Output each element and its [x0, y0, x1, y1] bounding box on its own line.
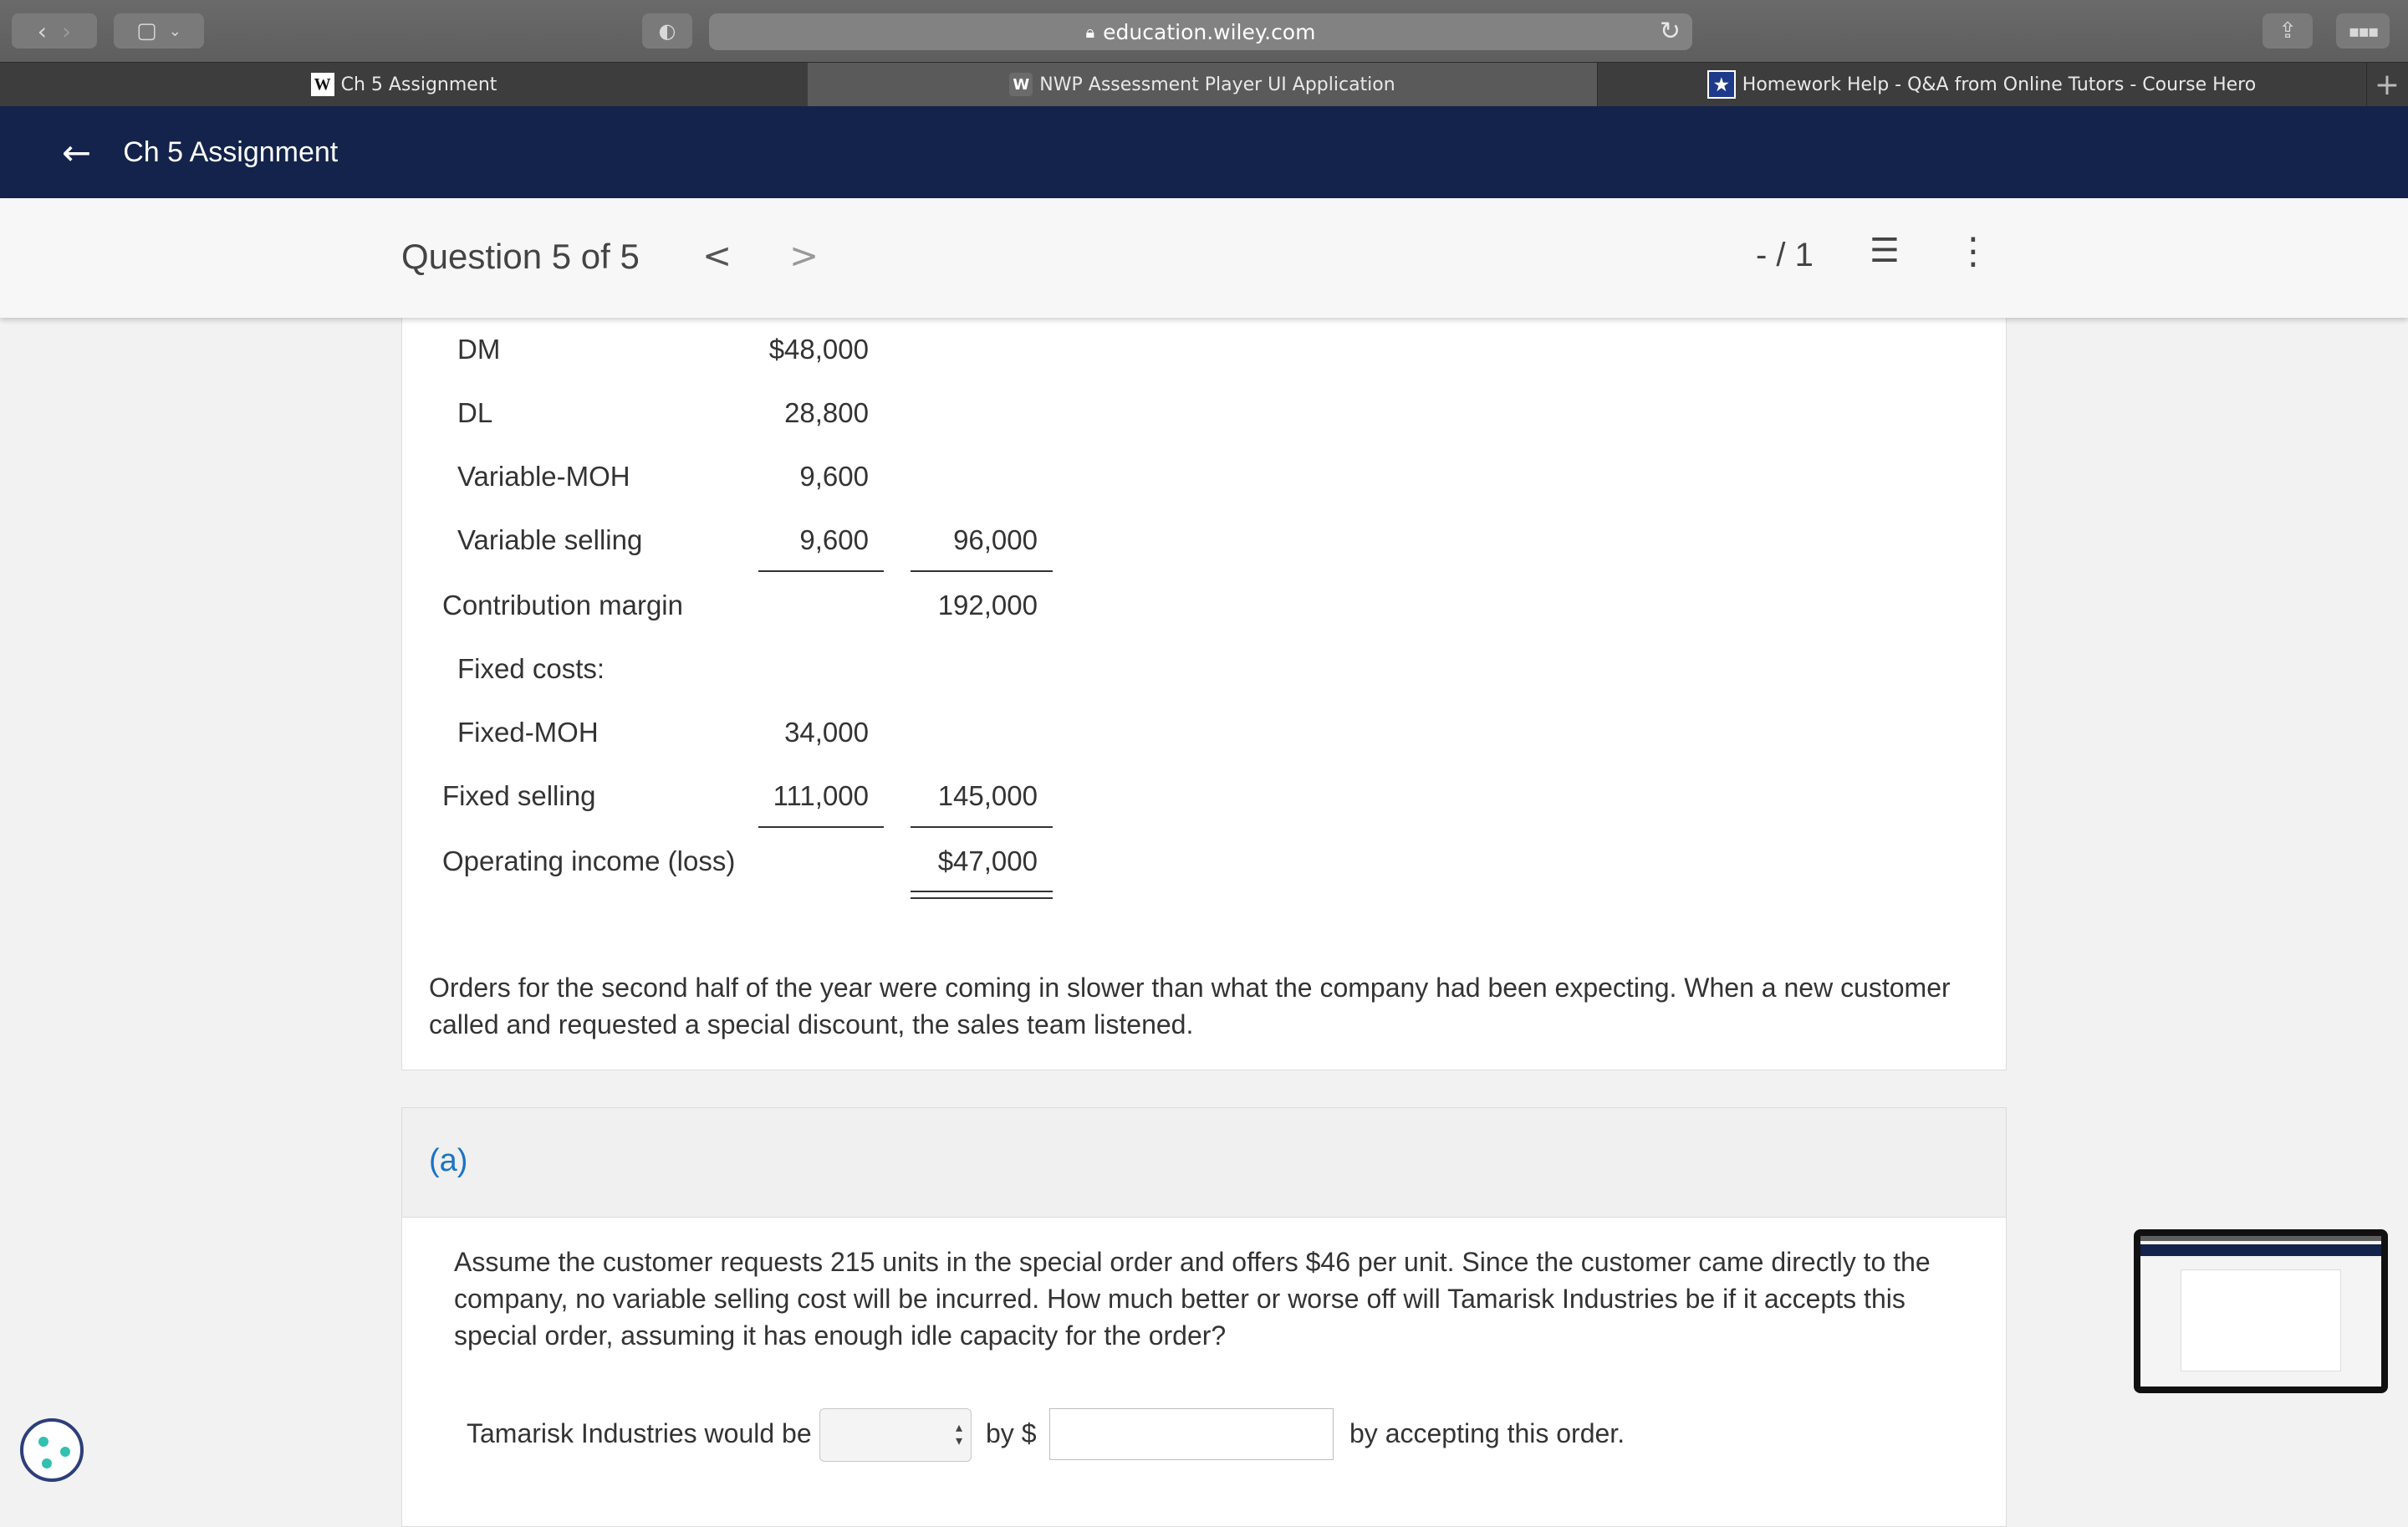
reload-icon[interactable]: ↻: [1660, 17, 1681, 46]
part-label: (a): [429, 1143, 468, 1178]
chevron-right-icon[interactable]: ›: [62, 18, 71, 45]
better-worse-select[interactable]: ▴ ▾: [819, 1408, 972, 1462]
tab-overview-button[interactable]: ▪▪▪: [2336, 13, 2390, 49]
thumbnail-card: [2181, 1269, 2341, 1371]
next-question-button[interactable]: >: [789, 235, 819, 276]
statement-total: 192,000: [937, 590, 1038, 621]
new-tab-button[interactable]: +: [2366, 63, 2408, 106]
wiley-icon: W: [310, 73, 334, 96]
tab-label: Ch 5 Assignment: [340, 74, 497, 95]
tab-nwp-assessment[interactable]: W NWP Assessment Player UI Application: [808, 63, 1598, 106]
statement-row-label: Fixed selling: [442, 780, 596, 811]
plus-icon: +: [2374, 67, 2400, 102]
previous-question-button[interactable]: <: [702, 235, 732, 276]
question-list-icon[interactable]: ☰: [1870, 232, 1900, 270]
share-button[interactable]: ⇪: [2263, 13, 2313, 49]
thumbnail-toolbar: [2140, 1236, 2381, 1241]
address-bar[interactable]: 🔒︎ education.wiley.com ↻: [709, 13, 1692, 50]
arrow-left-icon[interactable]: ←: [62, 132, 91, 173]
chevron-left-icon[interactable]: ‹: [38, 18, 47, 45]
answer-prefix: Tamarisk Industries would be: [467, 1418, 812, 1448]
thumbnail-header: [2140, 1244, 2381, 1256]
part-a-card: (a) Assume the customer requests 215 uni…: [401, 1107, 2007, 1527]
cookie-icon: [42, 1458, 52, 1468]
tab-label: NWP Assessment Player UI Application: [1039, 74, 1395, 95]
statement-value: 111,000: [773, 780, 869, 811]
statement-row-label: Variable selling: [457, 524, 643, 555]
select-arrows-icon: ▴ ▾: [955, 1419, 962, 1448]
statement-row-label: Fixed costs:: [457, 653, 605, 684]
cookie-icon: [60, 1447, 70, 1457]
statement-row-label: Variable-MOH: [457, 461, 630, 492]
screenshot-thumbnail[interactable]: [2134, 1229, 2388, 1393]
statement-row-label: Operating income (loss): [442, 845, 736, 876]
assignment-title: Ch 5 Assignment: [123, 135, 339, 168]
tab-ch5-assignment[interactable]: W Ch 5 Assignment: [0, 63, 809, 106]
question-navigation-bar: Question 5 of 5 < > - / 1 ☰ ⋮: [0, 198, 2408, 318]
share-icon: ⇪: [2278, 18, 2297, 43]
score-display: - / 1: [1756, 237, 1814, 273]
chevron-down-icon: ⌄: [168, 22, 181, 40]
wiley-icon: W: [1009, 73, 1033, 96]
statement-value: 28,800: [784, 397, 869, 428]
question-counter: Question 5 of 5: [401, 237, 640, 276]
paragraph-line: Orders for the second half of the year w…: [429, 973, 1951, 1003]
answer-mid: by $: [986, 1418, 1037, 1448]
statement-total: 145,000: [937, 780, 1038, 811]
operating-income-value: $47,000: [937, 845, 1038, 876]
thumbnail-preview: [2140, 1236, 2381, 1387]
browser-tab-bar: W Ch 5 Assignment W NWP Assessment Playe…: [0, 62, 2408, 106]
cookie-settings-button[interactable]: [20, 1418, 84, 1482]
question-line: company, no variable selling cost will b…: [454, 1284, 1905, 1314]
statement-row-label: DL: [457, 397, 493, 428]
sidebar-toggle-button[interactable]: ▢ ⌄: [114, 13, 204, 49]
more-options-icon[interactable]: ⋮: [1955, 230, 1992, 273]
question-line: Assume the customer requests 215 units i…: [454, 1247, 1931, 1277]
double-underline: [911, 891, 1053, 899]
statement-value: 9,600: [799, 524, 869, 555]
statement-value: $48,000: [768, 334, 869, 365]
part-a-header: (a): [402, 1108, 2006, 1218]
underline: [758, 570, 884, 572]
underline: [758, 826, 884, 828]
statement-row-label: Contribution margin: [442, 590, 683, 621]
statement-row-label: Fixed-MOH: [457, 717, 599, 748]
question-line: special order, assuming it has enough id…: [454, 1320, 1227, 1351]
question-content-card: DM $48,000 DL 28,800 Variable-MOH 9,600 …: [401, 309, 2007, 1070]
underline: [911, 826, 1053, 828]
star-icon: ★: [1707, 70, 1736, 99]
lock-icon: 🔒︎: [1085, 22, 1095, 42]
amount-input[interactable]: [1049, 1408, 1334, 1460]
back-forward-buttons[interactable]: ‹ ›: [12, 13, 97, 49]
sidebar-icon: ▢: [136, 18, 157, 43]
shield-icon: ◐: [658, 19, 676, 43]
statement-value: 9,600: [799, 461, 869, 492]
underline: [911, 570, 1053, 572]
statement-row-label: DM: [457, 334, 501, 365]
app-header: ← Ch 5 Assignment: [0, 106, 2408, 198]
statement-total: 96,000: [953, 524, 1038, 555]
browser-toolbar: ‹ › ▢ ⌄ ◐ ☰ 🔒︎ education.wiley.com ↻ ⇪ ▪…: [0, 0, 2408, 62]
grid-icon: ▪▪▪: [2348, 21, 2380, 41]
url-text: education.wiley.com: [1103, 19, 1316, 44]
answer-suffix: by accepting this order.: [1349, 1418, 1625, 1448]
cookie-icon: [38, 1437, 48, 1447]
paragraph-line: called and requested a special discount,…: [429, 1009, 1194, 1039]
scenario-paragraph: Orders for the second half of the year w…: [429, 969, 1984, 1043]
tab-label: Homework Help - Q&A from Online Tutors -…: [1742, 74, 2257, 95]
tab-course-hero[interactable]: ★ Homework Help - Q&A from Online Tutors…: [1597, 63, 2367, 106]
privacy-shield-button[interactable]: ◐: [642, 13, 692, 49]
part-a-question: Assume the customer requests 215 units i…: [454, 1244, 1976, 1354]
statement-value: 34,000: [784, 717, 869, 748]
